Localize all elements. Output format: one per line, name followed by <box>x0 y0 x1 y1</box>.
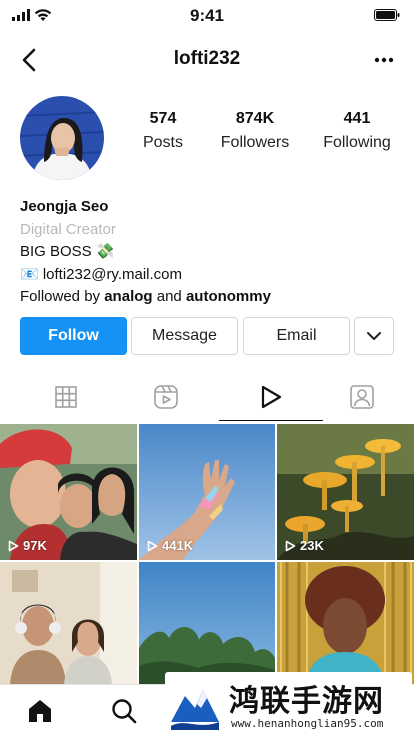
category-label: Digital Creator <box>20 220 116 238</box>
status-bar: 9:41 <box>0 0 414 32</box>
tab-reels[interactable] <box>114 372 218 422</box>
message-button[interactable]: Message <box>131 317 238 355</box>
status-time: 9:41 <box>189 6 225 25</box>
followed-by[interactable]: Followed by analog and autonommy <box>20 286 400 309</box>
profile-username: lofti232 <box>173 48 241 69</box>
display-name: Jeongja Seo <box>20 198 109 215</box>
followers-count: 874K <box>235 110 275 127</box>
followed-by-joiner: and <box>152 288 186 305</box>
followers-label: Followers <box>220 134 290 151</box>
video-thumbnail[interactable] <box>0 562 137 684</box>
video-thumbnail[interactable] <box>277 562 414 684</box>
play-icon <box>261 385 281 409</box>
video-thumbnail[interactable]: 23K <box>277 424 414 560</box>
video-grid: 97K 441K 23K <box>0 424 414 684</box>
watermark-title: 鸿联手游网 <box>229 684 384 719</box>
bio-email[interactable]: 📧 lofti232@ry.mail.com <box>20 264 400 287</box>
follow-button[interactable]: Follow <box>20 317 127 355</box>
followers-stat[interactable]: 874K Followers <box>205 110 305 152</box>
view-count: 97K <box>8 538 47 553</box>
video-thumbnail[interactable]: 441K <box>139 424 275 560</box>
view-count-text: 441K <box>162 538 194 553</box>
more-options-icon[interactable] <box>370 48 398 72</box>
following-stat[interactable]: 441 Following <box>307 110 407 152</box>
watermark: 鸿联手游网 www.henanhonglian95.com <box>165 672 412 736</box>
search-icon[interactable] <box>110 697 138 725</box>
posts-stat[interactable]: 574 Posts <box>113 110 213 152</box>
watermark-url: www.henanhonglian95.com <box>231 717 384 730</box>
grid-icon <box>54 386 77 408</box>
followed-by-user-2[interactable]: autonommy <box>186 288 271 305</box>
followed-by-user-1[interactable]: analog <box>104 288 152 305</box>
profile-header: lofti232 <box>0 38 414 82</box>
avatar[interactable] <box>20 96 104 180</box>
posts-label: Posts <box>142 134 183 151</box>
play-icon <box>8 540 19 551</box>
following-count: 441 <box>343 110 371 127</box>
tagged-icon <box>349 385 374 409</box>
email-button[interactable]: Email <box>243 317 350 355</box>
play-icon <box>285 540 296 551</box>
video-thumbnail[interactable] <box>139 562 275 684</box>
view-count-text: 97K <box>23 538 47 553</box>
reels-icon <box>153 385 178 409</box>
play-icon <box>147 540 158 551</box>
home-icon[interactable] <box>26 697 54 725</box>
tab-videos[interactable] <box>219 372 323 422</box>
tab-tagged[interactable] <box>310 372 414 422</box>
view-count: 441K <box>147 538 193 553</box>
video-thumbnail[interactable]: 97K <box>0 424 137 560</box>
followed-by-prefix: Followed by <box>20 288 105 305</box>
posts-count: 574 <box>149 110 177 127</box>
view-count: 23K <box>285 538 324 553</box>
site-logo <box>169 678 221 730</box>
view-count-text: 23K <box>300 538 324 553</box>
following-label: Following <box>323 134 391 151</box>
chevron-down-icon <box>367 332 381 340</box>
suggestions-dropdown-button[interactable] <box>354 317 394 355</box>
bio-text: BIG BOSS 💸 <box>20 243 115 260</box>
tab-grid[interactable] <box>14 372 118 422</box>
profile-bio: Jeongja Seo Digital Creator BIG BOSS 💸 📧… <box>20 196 400 309</box>
content-tabs <box>0 372 414 422</box>
battery-icon <box>374 9 400 21</box>
